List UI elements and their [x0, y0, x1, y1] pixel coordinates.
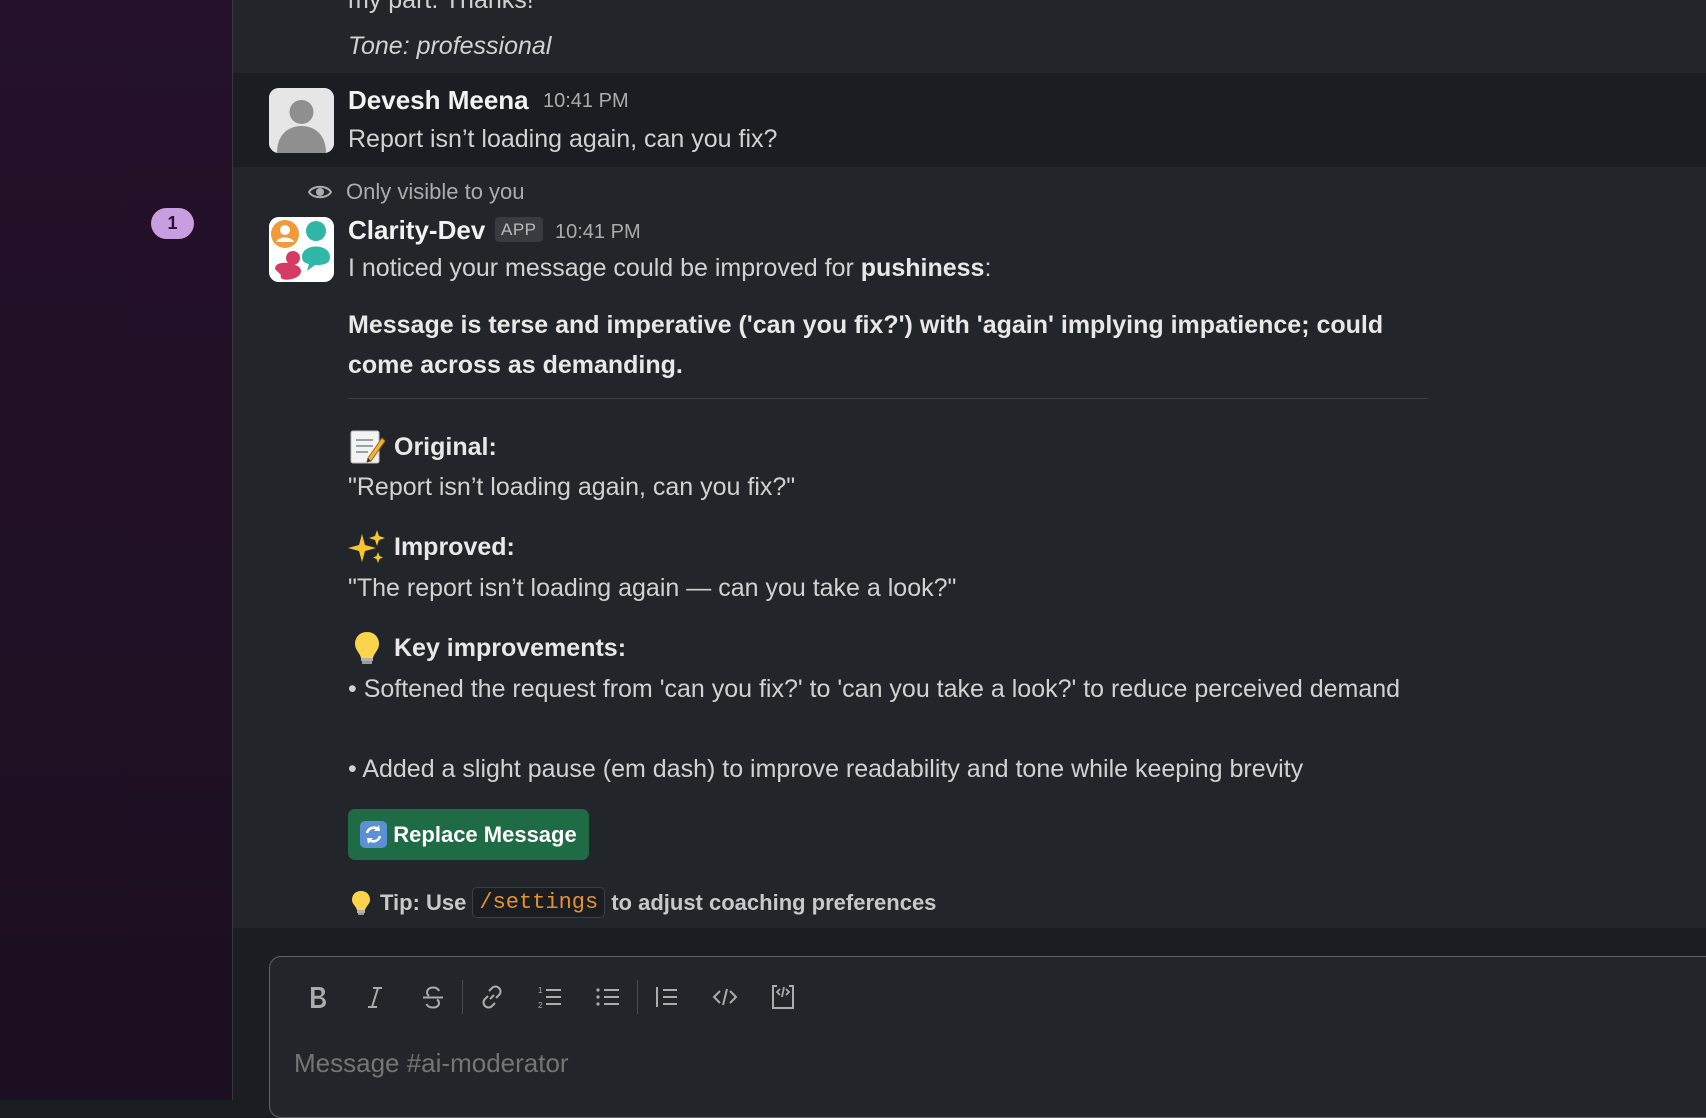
link-icon	[482, 985, 502, 1009]
strikethrough-button[interactable]	[404, 977, 462, 1017]
improvement-bullet: • Softened the request from 'can you fix…	[348, 675, 1401, 703]
message-composer: 12	[269, 956, 1706, 1118]
user-message[interactable]: Devesh Meena 10:41 PM Report isn’t loadi…	[233, 73, 1706, 167]
strikethrough-icon	[423, 986, 443, 1009]
intro-prefix: I noticed your message could be improved…	[348, 254, 861, 282]
original-heading: Original:	[348, 428, 497, 466]
replace-button-label: Replace Message	[393, 821, 577, 847]
improved-text: "The report isn’t loading again — can yo…	[348, 574, 957, 602]
improvement-bullet: • Added a slight pause (em dash) to impr…	[348, 755, 1304, 783]
eye-icon	[308, 185, 332, 199]
message-list: my part. Thanks! Tone: professional Deve…	[233, 0, 1706, 928]
svg-text:1: 1	[538, 986, 543, 995]
sparkles-icon	[348, 530, 385, 563]
clarity-logo-icon	[269, 217, 334, 282]
code-block-button[interactable]	[754, 977, 812, 1017]
key-improvements-heading: Key improvements:	[348, 629, 626, 667]
app-name[interactable]: Clarity-Dev	[348, 215, 485, 246]
bulleted-list-icon	[596, 988, 619, 1006]
ordered-list-icon: 12	[538, 986, 561, 1010]
blockquote-icon	[656, 987, 677, 1007]
visibility-text: Only visible to you	[346, 179, 525, 204]
lightbulb-icon	[355, 632, 379, 664]
tip-prefix: Tip: Use	[380, 889, 467, 915]
sidebar: 1	[0, 0, 233, 1100]
lightbulb-icon	[352, 890, 370, 915]
visibility-note: Only visible to you	[308, 178, 525, 206]
user-avatar[interactable]	[269, 88, 334, 153]
default-avatar-icon	[269, 88, 334, 153]
intro-category: pushiness	[860, 254, 985, 282]
bold-button[interactable]	[288, 977, 346, 1017]
bulleted-list-button[interactable]	[579, 977, 637, 1017]
tip-suffix: to adjust coaching preferences	[611, 889, 937, 915]
code-icon	[712, 988, 738, 1006]
tip-line: Tip: Use /settings to adjust coaching pr…	[348, 887, 936, 918]
improved-label: Improved:	[394, 532, 515, 561]
previous-message-tone: Tone: professional	[348, 32, 552, 60]
refresh-icon	[360, 821, 388, 848]
user-name[interactable]: Devesh Meena	[348, 85, 529, 116]
unread-badge[interactable]: 1	[151, 208, 194, 239]
formatting-toolbar: 12	[288, 977, 812, 1017]
app-tag: APP	[495, 217, 543, 242]
memo-icon	[350, 430, 386, 464]
italic-button[interactable]	[346, 977, 404, 1017]
blockquote-button[interactable]	[638, 977, 696, 1017]
settings-command: /settings	[472, 887, 606, 918]
improved-heading: Improved:	[348, 528, 515, 566]
message-timestamp[interactable]: 10:41 PM	[543, 90, 629, 113]
message-text: Report isn’t loading again, can you fix?	[348, 125, 778, 153]
svg-text:2: 2	[538, 1001, 543, 1010]
ordered-list-button[interactable]: 12	[521, 977, 579, 1017]
italic-icon	[368, 987, 382, 1008]
section-divider	[348, 398, 1428, 399]
app-timestamp[interactable]: 10:41 PM	[555, 221, 641, 244]
previous-message-text: my part. Thanks!	[348, 0, 534, 14]
app-avatar[interactable]	[269, 217, 334, 282]
code-button[interactable]	[696, 977, 754, 1017]
original-label: Original:	[394, 432, 497, 461]
key-improvements-label: Key improvements:	[394, 633, 627, 662]
original-text: "Report isn’t loading again, can you fix…	[348, 473, 796, 501]
replace-message-button[interactable]: Replace Message	[348, 809, 589, 860]
intro-suffix: :	[984, 254, 992, 282]
link-button[interactable]	[463, 977, 521, 1017]
code-block-icon	[772, 985, 794, 1009]
bold-icon	[311, 987, 326, 1008]
composer-area: 12	[233, 928, 1706, 1118]
message-input[interactable]	[292, 1037, 1596, 1089]
analysis-summary: Message is terse and imperative ('can yo…	[348, 311, 1384, 379]
intro-text: I noticed your message could be improved…	[348, 254, 991, 283]
